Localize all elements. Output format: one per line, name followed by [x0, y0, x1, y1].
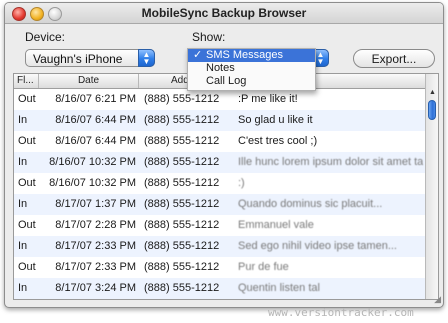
table-row[interactable]: In 8/17/07 3:24 PM (888) 555-1212 Quenti… [14, 278, 425, 299]
address-cell: (888) 555-1212 [144, 114, 220, 126]
direction-cell: Out [18, 219, 36, 231]
watermark: www.versiontracker.com [268, 306, 414, 319]
direction-cell: In [18, 156, 28, 168]
date-cell: 8/17/07 1:37 PM [55, 198, 136, 210]
table-row[interactable]: In 8/16/07 10:32 PM (888) 555-1212 Ille … [14, 152, 425, 173]
message-cell: Quando dominus sic placuit... [238, 198, 383, 210]
message-cell: Ille hunc lorem ipsum dolor sit amet tam… [238, 156, 423, 168]
device-select[interactable]: Vaughn's iPhone ▲ ▼ [25, 49, 155, 67]
date-cell: 8/16/07 10:32 PM [49, 177, 136, 189]
table-row[interactable]: Out 8/17/07 2:33 PM (888) 555-1212 Pur d… [14, 257, 425, 278]
address-cell: (888) 555-1212 [144, 93, 220, 105]
direction-cell: Out [18, 93, 36, 105]
date-cell: 8/17/07 2:28 PM [55, 219, 136, 231]
menu-item-notes[interactable]: Notes [188, 62, 315, 75]
device-label: Device: [25, 30, 66, 44]
address-cell: (888) 555-1212 [144, 177, 220, 189]
address-cell: (888) 555-1212 [144, 156, 220, 168]
column-header-date[interactable]: Date [39, 74, 139, 88]
checkmark-icon: ✓ [193, 49, 203, 61]
table-row[interactable]: Out 8/17/07 2:28 PM (888) 555-1212 Emman… [14, 215, 425, 236]
table-row[interactable]: In 8/17/07 2:33 PM (888) 555-1212 Sed eg… [14, 236, 425, 257]
date-cell: 8/16/07 6:44 PM [55, 135, 136, 147]
direction-cell: In [18, 114, 28, 126]
date-cell: 8/16/07 6:21 PM [55, 93, 136, 105]
direction-cell: Out [18, 135, 36, 147]
address-cell: (888) 555-1212 [144, 261, 220, 273]
show-label: Show: [192, 30, 226, 44]
message-cell: Sed ego nihil video ipse tamen... [238, 240, 397, 252]
resize-grip-icon[interactable]: ◢ [434, 294, 441, 305]
date-cell: 8/16/07 6:44 PM [55, 114, 136, 126]
column-header-flag[interactable]: Fl... [14, 74, 39, 88]
message-cell: :P me like it! [238, 93, 298, 105]
direction-cell: In [18, 282, 28, 294]
date-cell: 8/17/07 2:33 PM [55, 240, 136, 252]
address-cell: (888) 555-1212 [144, 135, 220, 147]
messages-table: Fl... Date Addr Out 8/16/07 6:21 PM (888… [13, 73, 439, 300]
address-cell: (888) 555-1212 [144, 240, 220, 252]
show-dropdown-menu: ✓ SMS Messages Notes Call Log [187, 48, 316, 91]
menu-item-call-log[interactable]: Call Log [188, 75, 315, 88]
table-row[interactable]: In 8/17/07 1:37 PM (888) 555-1212 Quando… [14, 194, 425, 215]
scrollbar-thumb[interactable] [428, 100, 436, 120]
app-window: MobileSync Backup Browser Device: Vaughn… [4, 2, 444, 308]
table-body: Out 8/16/07 6:21 PM (888) 555-1212 :P me… [14, 89, 425, 299]
export-button[interactable]: Export... [353, 49, 435, 68]
date-cell: 8/17/07 2:33 PM [55, 261, 136, 273]
menu-item-sms-messages[interactable]: ✓ SMS Messages [188, 49, 315, 62]
table-row[interactable]: Out 8/16/07 6:21 PM (888) 555-1212 :P me… [14, 89, 425, 110]
message-cell: Quentin listen tal [238, 282, 320, 294]
direction-cell: Out [18, 177, 36, 189]
vertical-scrollbar[interactable]: ▲ [425, 74, 438, 299]
title-bar: MobileSync Backup Browser [5, 3, 443, 24]
direction-cell: In [18, 198, 28, 210]
table-row[interactable]: In 8/16/07 6:44 PM (888) 555-1212 So gla… [14, 110, 425, 131]
address-cell: (888) 555-1212 [144, 198, 220, 210]
table-row[interactable]: Out 8/16/07 6:44 PM (888) 555-1212 C'est… [14, 131, 425, 152]
date-cell: 8/16/07 10:32 PM [49, 156, 136, 168]
address-cell: (888) 555-1212 [144, 219, 220, 231]
message-cell: So glad u like it [238, 114, 313, 126]
message-cell: Emmanuel vale [238, 219, 314, 231]
table-row[interactable]: Out 8/16/07 10:32 PM (888) 555-1212 :) [14, 173, 425, 194]
address-cell: (888) 555-1212 [144, 282, 220, 294]
message-cell: C'est tres cool ;) [238, 135, 318, 147]
message-cell: Pur de fue [238, 261, 289, 273]
message-cell: :) [238, 177, 245, 189]
window-title: MobileSync Backup Browser [141, 6, 307, 20]
popup-arrows-icon: ▲ ▼ [138, 49, 155, 67]
direction-cell: In [18, 240, 28, 252]
scroll-up-arrow-icon[interactable]: ▲ [429, 89, 436, 96]
date-cell: 8/17/07 3:24 PM [55, 282, 136, 294]
direction-cell: Out [18, 261, 36, 273]
device-select-value: Vaughn's iPhone [33, 52, 123, 66]
